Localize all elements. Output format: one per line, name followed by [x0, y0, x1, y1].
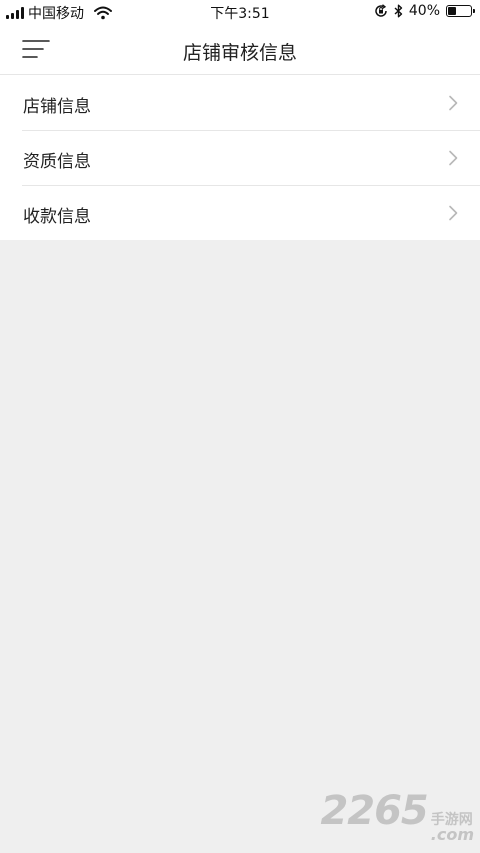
chevron-right-icon: [449, 95, 458, 111]
list-item-label: 收款信息: [23, 207, 91, 227]
status-right: 40%: [374, 3, 475, 19]
chevron-right-icon: [449, 150, 458, 166]
battery-percent: 40%: [408, 3, 440, 19]
watermark-suffix: 手游网 .com: [431, 813, 474, 843]
list-item-qualification-info[interactable]: 资质信息: [0, 130, 480, 185]
nav-bar: 店铺审核信息: [0, 24, 480, 75]
watermark-com: .com: [430, 825, 474, 844]
status-bar: 中国移动 下午3:51 40%: [0, 0, 480, 24]
info-list: 店铺信息 资质信息 收款信息: [0, 75, 480, 240]
battery-icon: [446, 5, 475, 17]
watermark: 2265 手游网 .com: [320, 788, 474, 843]
rotation-lock-icon: [375, 4, 387, 17]
list-item-payment-info[interactable]: 收款信息: [0, 185, 480, 240]
battery-fill: [448, 7, 456, 15]
list-item-store-info[interactable]: 店铺信息: [0, 75, 480, 130]
bluetooth-icon: [394, 4, 403, 18]
list-item-label: 资质信息: [23, 152, 91, 172]
list-item-label: 店铺信息: [23, 97, 91, 117]
chevron-right-icon: [449, 205, 458, 221]
page-title: 店铺审核信息: [182, 42, 297, 64]
watermark-number: 2265: [320, 788, 428, 834]
